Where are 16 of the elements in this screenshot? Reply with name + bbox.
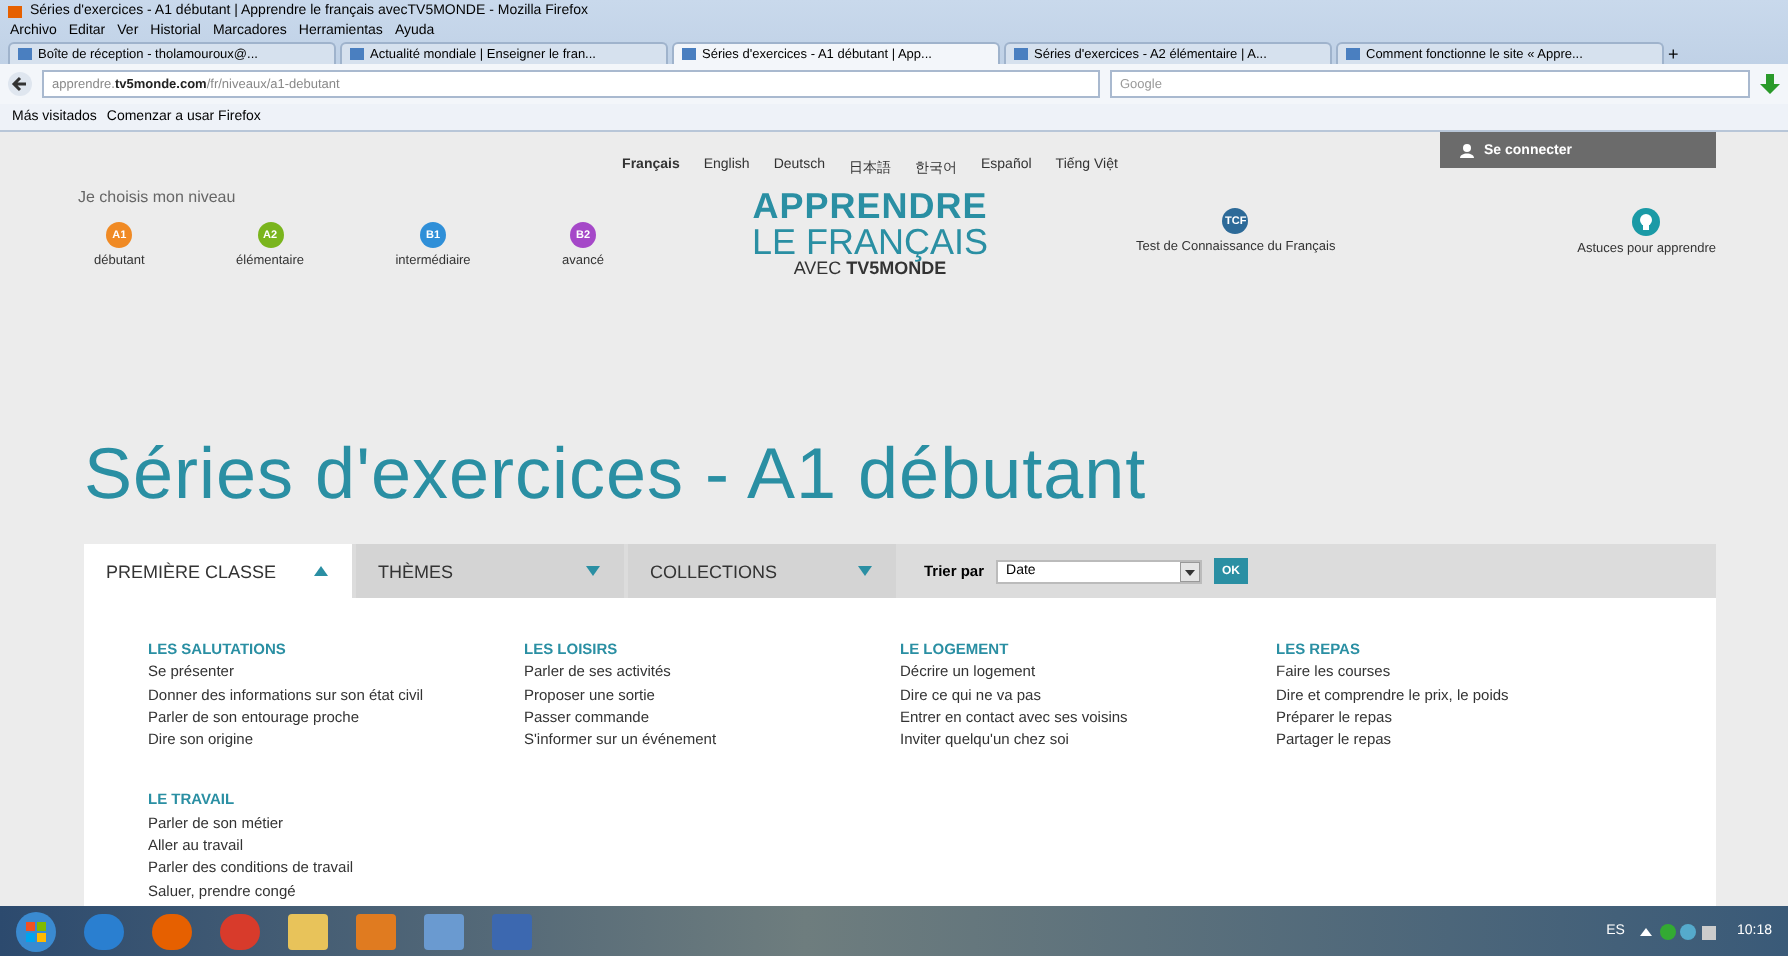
filter-tab[interactable]: COLLECTIONS [628, 544, 896, 598]
page-heading: Séries d'exercices - A1 débutant [84, 432, 1149, 516]
new-tab-button[interactable]: + [1668, 44, 1679, 64]
level-prompt: Je choisis mon niveau [78, 188, 238, 206]
site-logo[interactable]: APPRENDRE LE FRANÇAIS AVEC TV5MONDE [751, 188, 989, 278]
caret-icon [858, 566, 872, 576]
dropdown-icon [1180, 561, 1201, 581]
filter-tab[interactable]: PREMIÈRE CLASSE [84, 544, 352, 598]
filter-tab[interactable]: THÈMES [356, 544, 624, 598]
user-icon [1460, 143, 1474, 157]
lightbulb-icon [1632, 208, 1661, 236]
start-icon[interactable] [16, 911, 56, 951]
caret-icon [586, 566, 600, 576]
caret-icon [314, 566, 328, 576]
back-icon[interactable] [8, 72, 32, 96]
download-icon[interactable] [1760, 74, 1780, 94]
